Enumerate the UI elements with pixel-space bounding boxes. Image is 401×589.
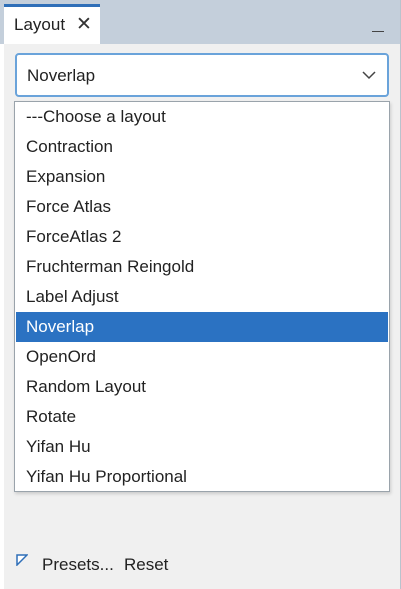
layout-option[interactable]: Rotate [16, 402, 388, 432]
close-icon[interactable]: ✕ [76, 13, 92, 36]
layout-option[interactable]: Noverlap [16, 312, 388, 342]
minimize-icon[interactable] [370, 22, 386, 32]
layout-option[interactable]: Fruchterman Reingold [16, 252, 388, 282]
layout-option[interactable]: Yifan Hu [16, 432, 388, 462]
layout-option[interactable]: Label Adjust [16, 282, 388, 312]
tab-title: Layout [14, 15, 66, 34]
layout-option[interactable]: Yifan Hu Proportional [16, 462, 388, 492]
layout-option[interactable]: OpenOrd [16, 342, 388, 372]
layout-select-value: Noverlap [27, 66, 96, 85]
tab-bar: Layout ✕ [0, 0, 401, 44]
layout-option[interactable]: Contraction [16, 132, 388, 162]
chevron-down-icon[interactable] [361, 67, 377, 83]
tab-layout[interactable]: Layout ✕ [4, 4, 100, 44]
layout-option[interactable]: Expansion [16, 162, 388, 192]
layout-option[interactable]: Force Atlas [16, 192, 388, 222]
layout-option[interactable]: ---Choose a layout [16, 102, 388, 132]
footer: Presets... Reset [14, 551, 314, 577]
layout-select[interactable]: Noverlap [15, 53, 389, 97]
layout-dropdown-list: ---Choose a layout Contraction Expansion Fo… [14, 101, 390, 492]
presets-button[interactable]: Presets... [42, 555, 114, 575]
reset-button[interactable]: Reset [124, 555, 168, 575]
layout-option[interactable]: ForceAtlas 2 [16, 222, 388, 252]
layout-option[interactable]: Random Layout [16, 372, 388, 402]
presets-triangle-icon[interactable] [16, 554, 28, 566]
